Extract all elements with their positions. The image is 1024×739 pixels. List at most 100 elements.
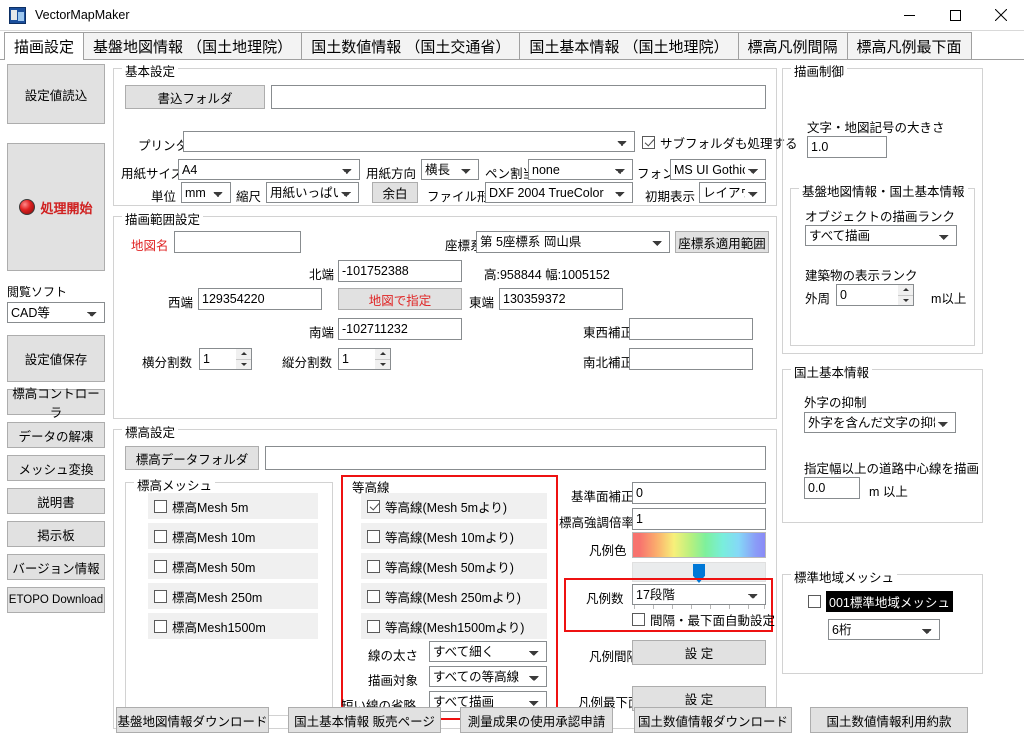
char-size-input[interactable] — [807, 136, 887, 158]
contour-50m-checkbox[interactable]: 等高線(Mesh 50mより) — [367, 557, 514, 576]
survey-approval-button[interactable]: 測量成果の使用承認申請 — [460, 707, 613, 733]
tab-elevation-legend-bottom[interactable]: 標高凡例最下面 — [847, 32, 972, 59]
ew-correction-input[interactable] — [629, 318, 753, 340]
printer-select[interactable] — [183, 131, 635, 152]
national-basic-sales-button[interactable]: 国土基本情報 販売ページ — [288, 707, 441, 733]
list-item[interactable]: 標高Mesh 5m — [148, 493, 318, 519]
scale-select[interactable]: 用紙いっぱいに — [266, 182, 359, 203]
contour-250m-checkbox[interactable]: 等高線(Mesh 250mより) — [367, 587, 521, 606]
mesh-convert-button[interactable]: メッシュ変換 — [7, 455, 105, 481]
coord-system-select[interactable]: 第 5座標系 岡山県 — [476, 231, 670, 253]
datum-correction-input[interactable] — [632, 482, 766, 504]
vdiv-down-icon[interactable] — [375, 360, 390, 370]
checkbox-box — [632, 613, 645, 626]
west-input[interactable] — [198, 288, 322, 310]
specify-on-map-button[interactable]: 地図で指定 — [338, 288, 462, 310]
contour-5m-checkbox[interactable]: 等高線(Mesh 5mより) — [367, 497, 507, 516]
maximize-icon[interactable] — [932, 0, 978, 30]
north-input[interactable] — [338, 260, 462, 282]
elevation-mesh-250m-checkbox[interactable]: 標高Mesh 250m — [154, 587, 262, 606]
list-item[interactable]: 等高線(Mesh 5mより) — [361, 493, 547, 519]
building-rank-label: 建築物の表示ランク — [805, 265, 918, 284]
tab-national-numeric-info[interactable]: 国土数値情報 （国土交通省） — [301, 32, 520, 59]
elevation-mesh-1500m-checkbox[interactable]: 標高Mesh1500m — [154, 617, 266, 636]
hdiv-up-icon[interactable] — [236, 349, 251, 360]
close-icon[interactable] — [978, 0, 1024, 30]
object-rank-select[interactable]: すべて描画 — [805, 225, 957, 246]
south-input[interactable] — [338, 318, 462, 340]
minimize-icon[interactable] — [886, 0, 932, 30]
ns-correction-input[interactable] — [629, 348, 753, 370]
save-settings-button[interactable]: 設定値保存 — [7, 335, 105, 382]
line-width-select[interactable]: すべて細く — [429, 641, 547, 662]
viewer-software-select[interactable]: CAD等 — [7, 302, 105, 323]
standard-area-mesh-checkbox[interactable]: 001標準地域メッシュ — [808, 591, 953, 612]
coord-system-range-button[interactable]: 座標系適用範囲 — [675, 231, 769, 253]
perimeter-input[interactable] — [836, 284, 898, 306]
pen-assign-select[interactable]: none — [528, 159, 633, 180]
write-folder-button[interactable]: 書込フォルダ — [125, 85, 265, 109]
tab-elevation-legend-interval[interactable]: 標高凡例間隔 — [738, 32, 848, 59]
draw-target-select[interactable]: すべての等高線 — [429, 666, 547, 687]
gaiji-suppress-select[interactable]: 外字を含んだ文字の抑制 — [804, 412, 956, 433]
national-numeric-terms-button[interactable]: 国土数値情報利用約款 — [810, 707, 968, 733]
subfolder-checkbox[interactable]: サブフォルダも処理する — [642, 133, 798, 152]
contour-10m-checkbox[interactable]: 等高線(Mesh 10mより) — [367, 527, 514, 546]
elevation-controller-button[interactable]: 標高コントローラ — [7, 389, 105, 415]
east-input[interactable] — [499, 288, 623, 310]
horizontal-division-input[interactable] — [199, 348, 236, 370]
elevation-data-folder-button[interactable]: 標高データフォルダ — [125, 446, 259, 470]
filetype-select[interactable]: DXF 2004 TrueColor — [485, 182, 633, 203]
map-name-input[interactable] — [174, 231, 301, 253]
horizontal-division-stepper[interactable] — [199, 348, 252, 370]
mesh-digits-select[interactable]: 6桁 — [828, 619, 940, 640]
initial-view-select[interactable]: レイアウト — [699, 182, 766, 203]
exaggeration-input[interactable] — [632, 508, 766, 530]
version-info-button[interactable]: バージョン情報 — [7, 554, 105, 580]
write-folder-input[interactable] — [271, 85, 766, 109]
list-item[interactable]: 標高Mesh1500m — [148, 613, 318, 639]
road-width-input[interactable] — [804, 477, 860, 499]
list-item[interactable]: 標高Mesh 250m — [148, 583, 318, 609]
national-numeric-download-button[interactable]: 国土数値情報ダウンロード — [634, 707, 792, 733]
list-item[interactable]: 標高Mesh 10m — [148, 523, 318, 549]
vdiv-up-icon[interactable] — [375, 349, 390, 360]
tab-drawing-settings[interactable]: 描画設定 — [4, 32, 84, 60]
elevation-data-folder-input[interactable] — [265, 446, 766, 470]
hdiv-down-icon[interactable] — [236, 360, 251, 370]
unit-select[interactable]: mm — [181, 182, 231, 203]
elevation-mesh-10m-checkbox[interactable]: 標高Mesh 10m — [154, 527, 255, 546]
paper-size-select[interactable]: A4 — [178, 159, 360, 180]
vertical-division-input[interactable] — [338, 348, 375, 370]
process-start-button[interactable]: 処理開始 — [7, 143, 105, 271]
tab-national-basic-info[interactable]: 国土基本情報 （国土地理院） — [519, 32, 738, 59]
legend-color-gradient[interactable] — [632, 532, 766, 558]
manual-button[interactable]: 説明書 — [7, 488, 105, 514]
elevation-mesh-5m-checkbox[interactable]: 標高Mesh 5m — [154, 497, 248, 516]
printer-label: プリンタ — [138, 135, 188, 154]
bulletin-board-button[interactable]: 掲示板 — [7, 521, 105, 547]
auto-interval-checkbox[interactable]: 間隔・最下面自動設定 — [632, 610, 775, 629]
perimeter-down-icon[interactable] — [898, 296, 913, 306]
list-item[interactable]: 等高線(Mesh1500mより) — [361, 613, 547, 639]
contour-1500m-checkbox[interactable]: 等高線(Mesh1500mより) — [367, 617, 524, 636]
legend-interval-set-button[interactable]: 設 定 — [632, 640, 766, 665]
list-item[interactable]: 等高線(Mesh 50mより) — [361, 553, 547, 579]
perimeter-stepper[interactable] — [836, 284, 914, 306]
checkbox-box — [154, 500, 167, 513]
perimeter-up-icon[interactable] — [898, 285, 913, 296]
vertical-division-stepper[interactable] — [338, 348, 391, 370]
etopo-download-button[interactable]: ETOPO Download — [7, 587, 105, 613]
load-settings-button[interactable]: 設定値読込 — [7, 64, 105, 124]
elevation-mesh-50m-checkbox[interactable]: 標高Mesh 50m — [154, 557, 255, 576]
list-item[interactable]: 等高線(Mesh 250mより) — [361, 583, 547, 609]
margin-button[interactable]: 余白 — [372, 182, 418, 203]
tab-kiban-map-info[interactable]: 基盤地図情報 （国土地理院） — [83, 32, 302, 59]
list-item[interactable]: 等高線(Mesh 10mより) — [361, 523, 547, 549]
list-item[interactable]: 標高Mesh 50m — [148, 553, 318, 579]
legend-count-select[interactable]: 17段階 — [632, 584, 766, 605]
font-select[interactable]: MS UI Gothic — [670, 159, 766, 180]
paper-direction-select[interactable]: 横長 — [421, 159, 479, 180]
data-extract-button[interactable]: データの解凍 — [7, 422, 105, 448]
kiban-map-download-button[interactable]: 基盤地図情報ダウンロード — [116, 707, 269, 733]
